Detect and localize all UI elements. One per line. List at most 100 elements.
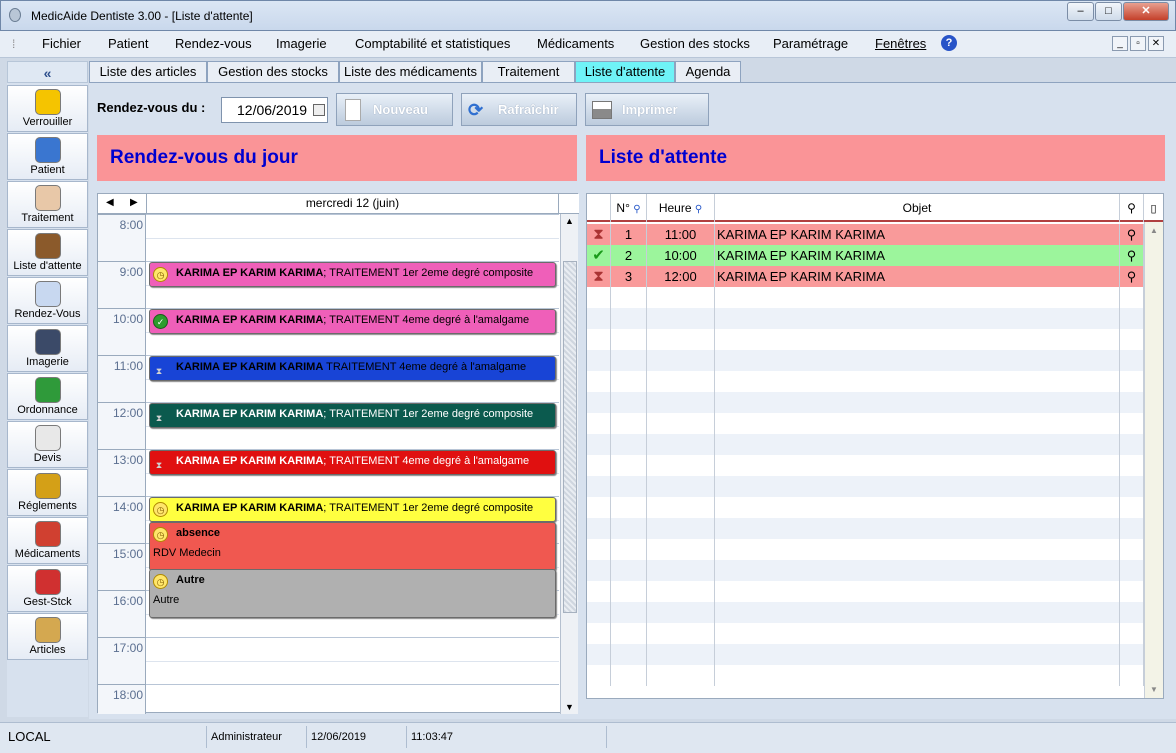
queue-scroll-down-arrow-icon[interactable]: ▼: [1150, 685, 1158, 694]
menu-gestion-stocks[interactable]: Gestion des stocks: [640, 36, 750, 51]
queue-empty-row[interactable]: [587, 560, 1144, 581]
sidebar-item-réglements[interactable]: Réglements: [7, 469, 88, 516]
calendar-icon[interactable]: [313, 104, 325, 116]
calendar-block[interactable]: ◷ absence RDV Medecin: [149, 522, 556, 571]
queue-grid[interactable]: N° ⚲ Heure ⚲ Objet ⚲ ▯ ⧗ 1 11:00 KARIMA EP …: [586, 193, 1164, 699]
calendar-block[interactable]: ◷ Autre Autre: [149, 569, 556, 618]
menu-medicaments[interactable]: Médicaments: [537, 36, 614, 51]
empty-cell[interactable]: [1120, 434, 1144, 455]
tab-liste-des-articles[interactable]: Liste des articles: [89, 61, 207, 83]
queue-empty-row[interactable]: [587, 518, 1144, 539]
queue-scrollbar[interactable]: ▲ ▼: [1144, 222, 1163, 698]
appointment[interactable]: ◷ KARIMA EP KARIM KARIMA; TRAITEMENT 1er …: [149, 497, 556, 522]
zoom-icon[interactable]: ⚲: [1120, 266, 1144, 287]
zoom-column-header[interactable]: ⚲: [1120, 194, 1144, 222]
mdi-minimize-button[interactable]: _: [1112, 36, 1128, 51]
empty-cell[interactable]: [1120, 392, 1144, 413]
object-column-header[interactable]: Objet: [715, 194, 1120, 222]
num-column-header[interactable]: N° ⚲: [611, 194, 647, 222]
search-icon[interactable]: ⚲: [695, 204, 702, 215]
empty-cell[interactable]: [1120, 476, 1144, 497]
menu-parametrage[interactable]: Paramétrage: [773, 36, 848, 51]
refresh-button[interactable]: ⟳ Rafraîchir: [461, 93, 577, 126]
time-slot[interactable]: [146, 214, 559, 215]
empty-cell[interactable]: [1120, 350, 1144, 371]
empty-cell[interactable]: [1120, 455, 1144, 476]
tab-agenda[interactable]: Agenda: [675, 61, 741, 83]
sidebar-item-imagerie[interactable]: Imagerie: [7, 325, 88, 372]
maximize-button[interactable]: □: [1095, 2, 1122, 21]
new-button[interactable]: Nouveau: [336, 93, 453, 126]
tab-gestion-des-stocks[interactable]: Gestion des stocks: [207, 61, 339, 83]
sidebar-item-articles[interactable]: Articles: [7, 613, 88, 660]
time-slot[interactable]: [146, 237, 559, 239]
help-icon[interactable]: ?: [941, 35, 957, 51]
menu-rendez-vous[interactable]: Rendez-vous: [175, 36, 252, 51]
empty-cell[interactable]: [1120, 644, 1144, 665]
queue-empty-row[interactable]: [587, 434, 1144, 455]
appointment[interactable]: ✓ KARIMA EP KARIM KARIMA; TRAITEMENT 4eme…: [149, 309, 556, 334]
sidebar-item-rendez-vous[interactable]: Rendez-Vous: [7, 277, 88, 324]
next-day-arrow-icon[interactable]: ▶: [130, 197, 138, 208]
queue-empty-row[interactable]: [587, 308, 1144, 329]
empty-cell[interactable]: [1120, 329, 1144, 350]
empty-cell[interactable]: [1120, 623, 1144, 644]
queue-empty-row[interactable]: [587, 665, 1144, 686]
queue-empty-row[interactable]: [587, 287, 1144, 308]
empty-cell[interactable]: [1120, 287, 1144, 308]
time-column-header[interactable]: Heure ⚲: [647, 194, 715, 222]
scroll-down-arrow-icon[interactable]: ▼: [565, 702, 574, 712]
time-slot[interactable]: [146, 684, 559, 685]
appointment[interactable]: ⧗ KARIMA EP KARIM KARIMA TRAITEMENT 4eme …: [149, 356, 556, 381]
tab-liste-des-médicaments[interactable]: Liste des médicaments: [339, 61, 482, 83]
empty-cell[interactable]: [1120, 602, 1144, 623]
sidebar-item-gest-stck[interactable]: Gest-Stck: [7, 565, 88, 612]
queue-empty-row[interactable]: [587, 602, 1144, 623]
empty-cell[interactable]: [1120, 308, 1144, 329]
scroll-up-arrow-icon[interactable]: ▲: [565, 216, 574, 226]
empty-cell[interactable]: [1120, 665, 1144, 686]
sidebar-item-patient[interactable]: Patient: [7, 133, 88, 180]
close-button[interactable]: ✕: [1123, 2, 1169, 21]
trash-icon[interactable]: ▯: [1150, 203, 1156, 215]
appointment[interactable]: ⧗ KARIMA EP KARIM KARIMA; TRAITEMENT 4eme…: [149, 450, 556, 475]
delete-column-header[interactable]: ▯: [1144, 194, 1163, 222]
queue-empty-row[interactable]: [587, 329, 1144, 350]
calendar-scrollbar[interactable]: ▲ ▼: [560, 214, 578, 714]
queue-empty-row[interactable]: [587, 413, 1144, 434]
sidebar-item-liste-d-attente[interactable]: Liste d'attente: [7, 229, 88, 276]
queue-empty-row[interactable]: [587, 371, 1144, 392]
queue-row[interactable]: ✔ 2 10:00 KARIMA EP KARIM KARIMA ⚲: [587, 245, 1144, 266]
sidebar-item-traitement[interactable]: Traitement: [7, 181, 88, 228]
empty-cell[interactable]: [1120, 539, 1144, 560]
sidebar-item-ordonnance[interactable]: Ordonnance: [7, 373, 88, 420]
queue-empty-row[interactable]: [587, 455, 1144, 476]
queue-empty-row[interactable]: [587, 539, 1144, 560]
queue-scroll-up-arrow-icon[interactable]: ▲: [1150, 226, 1158, 235]
appointment[interactable]: ⧗ KARIMA EP KARIM KARIMA; TRAITEMENT 1er …: [149, 403, 556, 428]
mdi-close-button[interactable]: ✕: [1148, 36, 1164, 51]
zoom-icon[interactable]: ⚲: [1120, 224, 1144, 245]
tab-traitement[interactable]: Traitement: [482, 61, 575, 83]
prev-day-arrow-icon[interactable]: ◀: [106, 197, 114, 208]
queue-row[interactable]: ⧗ 1 11:00 KARIMA EP KARIM KARIMA ⚲: [587, 224, 1144, 245]
minimize-button[interactable]: –: [1067, 2, 1094, 21]
menu-patient[interactable]: Patient: [108, 36, 148, 51]
menu-comptabilite[interactable]: Comptabilité et statistiques: [355, 36, 510, 51]
queue-empty-row[interactable]: [587, 350, 1144, 371]
zoom-icon[interactable]: ⚲: [1120, 245, 1144, 266]
menu-fenetres[interactable]: Fenêtres: [875, 36, 926, 51]
date-input[interactable]: 12/06/2019: [221, 97, 328, 123]
sidebar-item-devis[interactable]: Devis: [7, 421, 88, 468]
empty-cell[interactable]: [1120, 371, 1144, 392]
queue-empty-row[interactable]: [587, 392, 1144, 413]
empty-cell[interactable]: [1120, 518, 1144, 539]
menu-imagerie[interactable]: Imagerie: [276, 36, 327, 51]
search-icon[interactable]: ⚲: [633, 204, 640, 215]
sidebar-item-verrouiller[interactable]: Verrouiller: [7, 85, 88, 132]
empty-cell[interactable]: [1120, 581, 1144, 602]
queue-empty-row[interactable]: [587, 623, 1144, 644]
queue-empty-row[interactable]: [587, 497, 1144, 518]
empty-cell[interactable]: [1120, 497, 1144, 518]
day-calendar[interactable]: ◀ ▶ mercredi 12 (juin) 8:00 9:00 10:00 11:0…: [97, 193, 579, 714]
